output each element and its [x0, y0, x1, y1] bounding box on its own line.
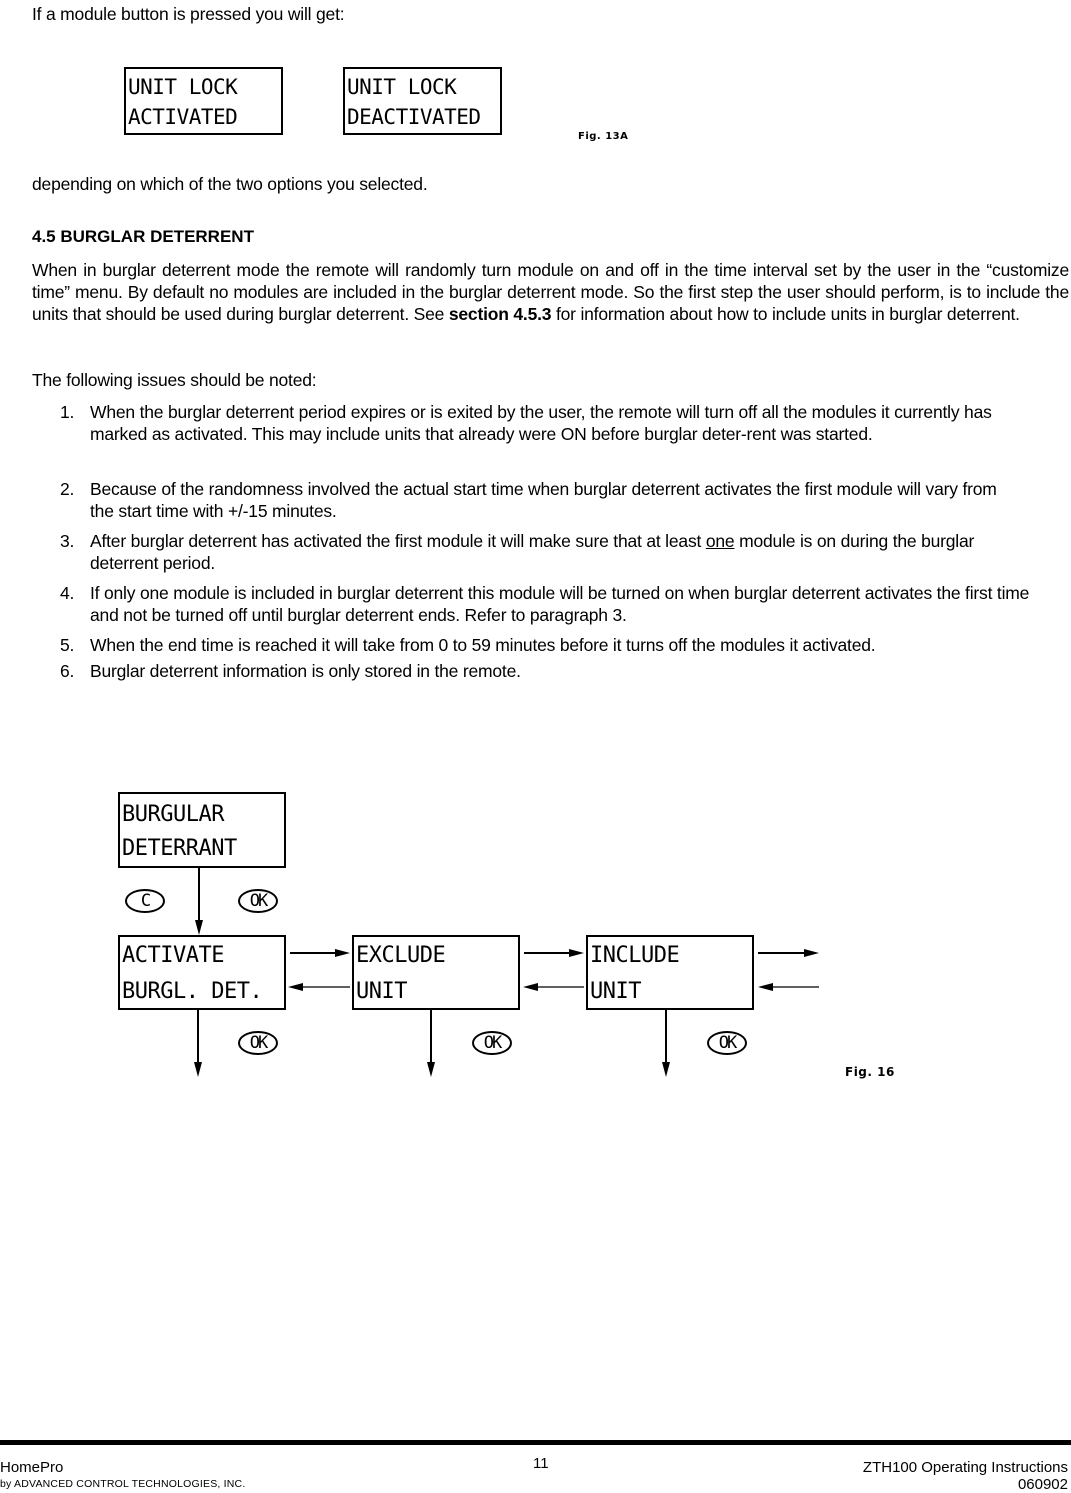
- flow-diagram-arrows: [194, 868, 819, 1077]
- footer-divider: [0, 1440, 1071, 1445]
- arrow-down-to-activate: [195, 868, 203, 935]
- lcd-line-2: DETERRANT: [122, 836, 237, 861]
- lcd-line-1: INCLUDE: [590, 943, 680, 968]
- lcd-line-2: BURGL. DET.: [122, 979, 263, 1004]
- ok-button-icon: OK: [238, 1031, 278, 1055]
- arrow-exclude-to-activate: [288, 983, 350, 991]
- footer-company: by ADVANCED CONTROL TECHNOLOGIES, INC.: [0, 1478, 246, 1490]
- arrow-down-from-include: [662, 1010, 670, 1077]
- ok-button-icon: OK: [472, 1031, 512, 1055]
- footer-doc-title: ZTH100 Operating Instructions: [862, 1459, 1068, 1476]
- figure-label-16: Fig. 16: [845, 1065, 895, 1079]
- lcd-activate-burgl-det: ACTIVATE BURGL. DET.: [118, 935, 286, 1010]
- footer-doc-code: 060902: [1017, 1476, 1068, 1493]
- arrow-include-to-next: [758, 949, 819, 957]
- lcd-exclude-unit: EXCLUDE UNIT: [352, 935, 520, 1010]
- lcd-line-1: ACTIVATE: [122, 943, 224, 968]
- lcd-include-unit: INCLUDE UNIT: [586, 935, 754, 1010]
- c-button-icon: C: [125, 889, 165, 913]
- ok-button-icon: OK: [707, 1031, 747, 1055]
- lcd-line-1: EXCLUDE: [356, 943, 446, 968]
- footer-brand: HomePro: [0, 1459, 64, 1476]
- arrow-down-from-exclude: [427, 1010, 435, 1077]
- lcd-burgular-deterrant: BURGULAR DETERRANT: [118, 792, 286, 868]
- lcd-line-2: UNIT: [590, 979, 641, 1004]
- arrow-include-to-exclude: [523, 983, 584, 991]
- lcd-line-2: UNIT: [356, 979, 407, 1004]
- arrow-next-to-include: [758, 983, 819, 991]
- lcd-line-1: BURGULAR: [122, 802, 224, 827]
- page-number: 11: [533, 1455, 549, 1472]
- arrow-exclude-to-include: [524, 949, 584, 957]
- arrow-down-from-activate: [194, 1010, 202, 1077]
- arrow-activate-to-exclude: [290, 949, 350, 957]
- ok-button-icon: OK: [238, 889, 278, 913]
